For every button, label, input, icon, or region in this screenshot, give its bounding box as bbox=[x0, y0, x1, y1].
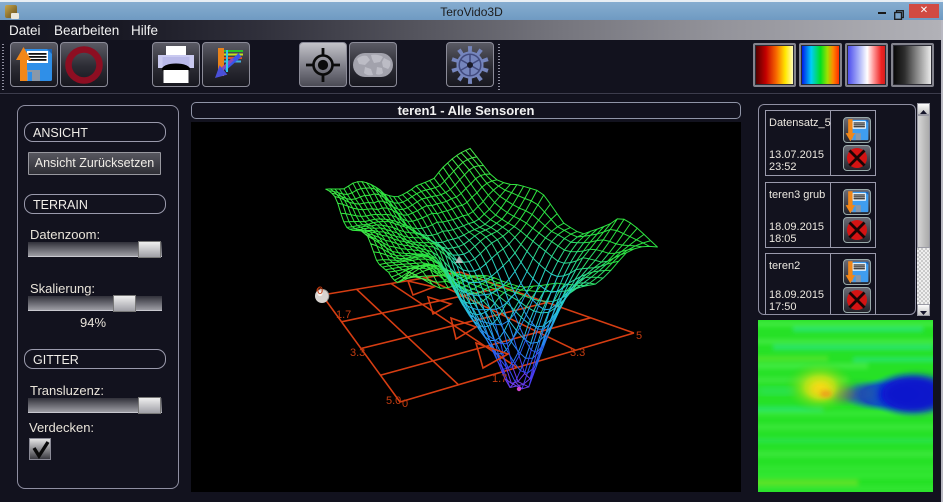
svg-text:3.3: 3.3 bbox=[350, 347, 365, 359]
svg-text:0: 0 bbox=[402, 398, 408, 410]
svg-text:1.7: 1.7 bbox=[492, 373, 507, 385]
svg-text:1.7: 1.7 bbox=[336, 309, 351, 321]
svg-text:3.3: 3.3 bbox=[570, 347, 585, 359]
svg-text:5.0: 5.0 bbox=[386, 395, 401, 407]
svg-text:0: 0 bbox=[317, 285, 323, 297]
svg-text:5: 5 bbox=[636, 330, 642, 342]
